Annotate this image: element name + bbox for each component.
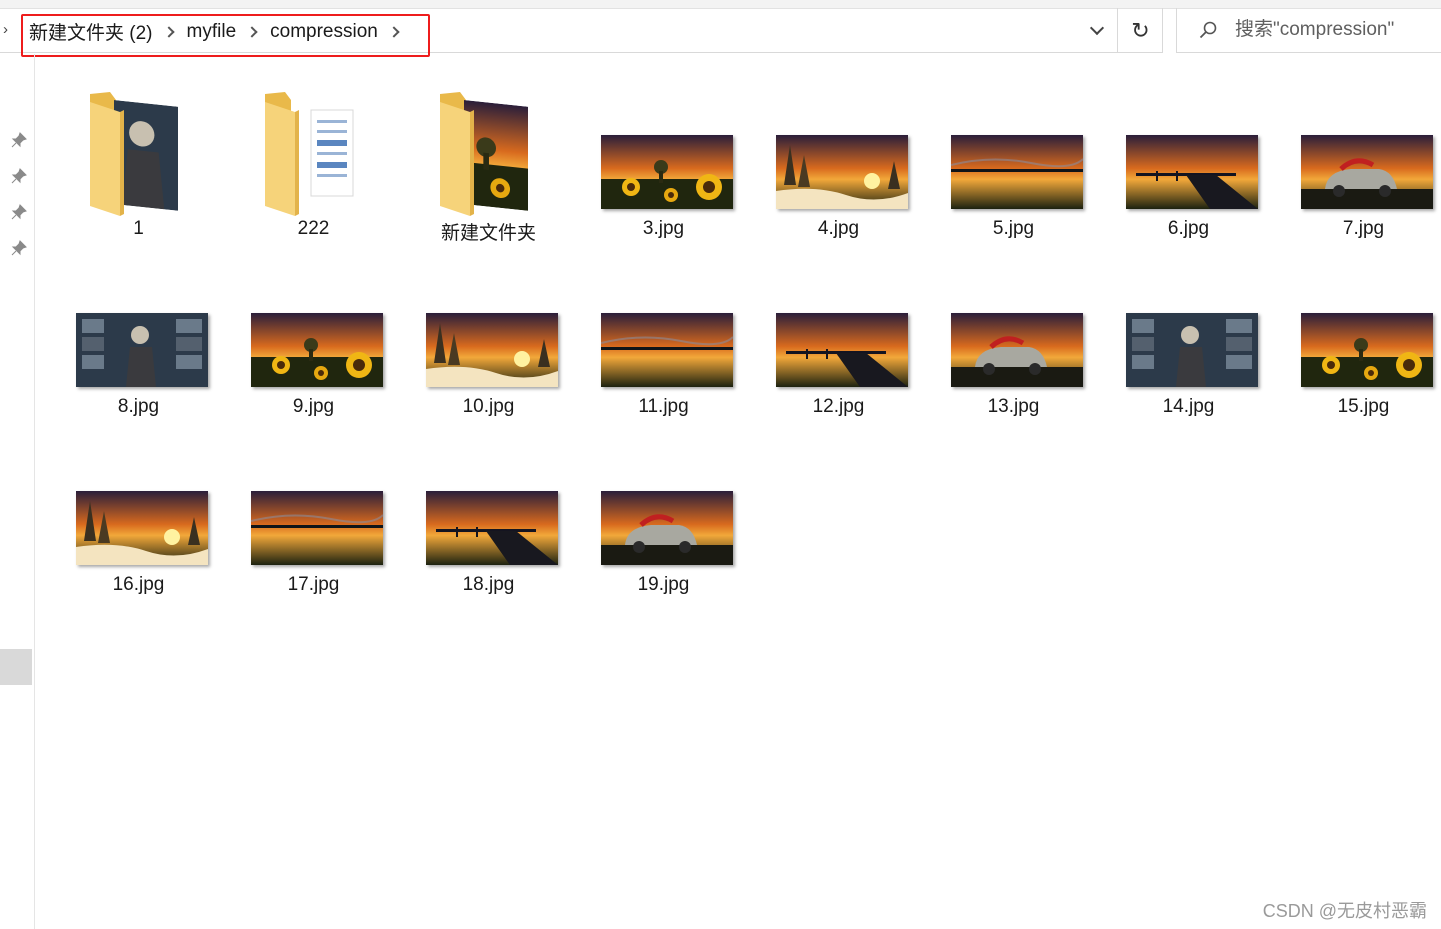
image-thumbnail — [1126, 313, 1258, 387]
file-name-label: 17.jpg — [287, 574, 340, 595]
navigation-selected-item[interactable] — [0, 649, 32, 685]
pin-icon[interactable] — [11, 240, 27, 256]
file-item[interactable]: 18.jpg — [401, 434, 576, 595]
image-thumbnail — [950, 135, 1084, 209]
file-item[interactable]: 6.jpg — [1101, 78, 1276, 239]
file-name-label: 12.jpg — [812, 396, 865, 417]
file-name-label: 9.jpg — [292, 396, 335, 417]
file-name-label: 4.jpg — [817, 218, 860, 239]
refresh-icon: ↻ — [1131, 17, 1150, 43]
chevron-down-icon — [1089, 20, 1105, 35]
file-name-label: 19.jpg — [637, 574, 690, 595]
search-box[interactable] — [1176, 8, 1441, 53]
file-item[interactable]: 7.jpg — [1276, 78, 1441, 239]
file-item[interactable]: 14.jpg — [1101, 256, 1276, 417]
image-thumbnail — [1301, 135, 1433, 209]
image-thumbnail — [1126, 135, 1258, 209]
file-name-label: 16.jpg — [112, 574, 165, 595]
file-item[interactable]: 12.jpg — [751, 256, 926, 417]
file-item[interactable]: 4.jpg — [751, 78, 926, 239]
image-thumbnail — [776, 135, 908, 209]
folder-item[interactable]: 1 — [51, 78, 226, 239]
file-item[interactable]: 15.jpg — [1276, 256, 1441, 417]
image-thumbnail — [251, 313, 383, 387]
file-item[interactable]: 17.jpg — [226, 434, 401, 595]
file-item[interactable]: 16.jpg — [51, 434, 226, 595]
image-thumbnail — [76, 491, 208, 565]
search-input[interactable] — [1235, 17, 1435, 43]
folder-icon — [436, 88, 546, 218]
image-thumbnail — [426, 491, 558, 565]
image-thumbnail — [426, 313, 558, 387]
image-thumbnail — [250, 491, 384, 565]
pin-icon[interactable] — [11, 132, 27, 148]
navigation-pane — [0, 54, 35, 929]
file-name-label: 3.jpg — [642, 218, 685, 239]
image-thumbnail — [951, 313, 1083, 387]
pin-icon[interactable] — [11, 168, 27, 184]
file-name-label: 新建文件夹 — [440, 223, 536, 244]
file-item[interactable]: 5.jpg — [926, 78, 1101, 239]
image-thumbnail — [776, 313, 908, 387]
file-item[interactable]: 3.jpg — [576, 78, 751, 239]
image-thumbnail — [76, 313, 208, 387]
file-name-label: 11.jpg — [638, 396, 689, 417]
refresh-button[interactable]: ↻ — [1117, 8, 1163, 53]
file-name-label: 14.jpg — [1162, 396, 1215, 417]
pin-icon[interactable] — [11, 204, 27, 220]
search-icon — [1199, 21, 1217, 39]
file-name-label: 13.jpg — [987, 396, 1040, 417]
file-item[interactable]: 8.jpg — [51, 256, 226, 417]
file-name-label: 10.jpg — [462, 396, 515, 417]
file-item[interactable]: 11.jpg — [576, 256, 751, 417]
file-name-label: 15.jpg — [1337, 396, 1390, 417]
image-thumbnail — [601, 491, 733, 565]
file-name-label: 1 — [133, 218, 144, 239]
file-name-label: 5.jpg — [992, 218, 1035, 239]
address-history-dropdown[interactable] — [1078, 8, 1116, 53]
file-item[interactable]: 19.jpg — [576, 434, 751, 595]
file-item[interactable]: 13.jpg — [926, 256, 1101, 417]
file-name-label: 222 — [297, 218, 330, 239]
folder-item[interactable]: 222 — [226, 78, 401, 239]
file-name-label: 8.jpg — [117, 396, 160, 417]
file-name-label: 6.jpg — [1167, 218, 1210, 239]
image-thumbnail — [1301, 313, 1433, 387]
file-name-label: 18.jpg — [462, 574, 515, 595]
file-item[interactable]: 10.jpg — [401, 256, 576, 417]
file-name-label: 7.jpg — [1342, 218, 1385, 239]
folder-item[interactable]: 新建文件夹 — [401, 78, 576, 244]
address-root-chevron-icon[interactable]: › — [3, 21, 8, 38]
folder-icon — [86, 88, 196, 218]
image-thumbnail — [600, 313, 734, 387]
folder-icon — [261, 88, 371, 218]
image-thumbnail — [601, 135, 733, 209]
file-item[interactable]: 9.jpg — [226, 256, 401, 417]
watermark: CSDN @无皮村恶霸 — [1262, 901, 1427, 921]
red-highlight-box — [21, 14, 430, 57]
